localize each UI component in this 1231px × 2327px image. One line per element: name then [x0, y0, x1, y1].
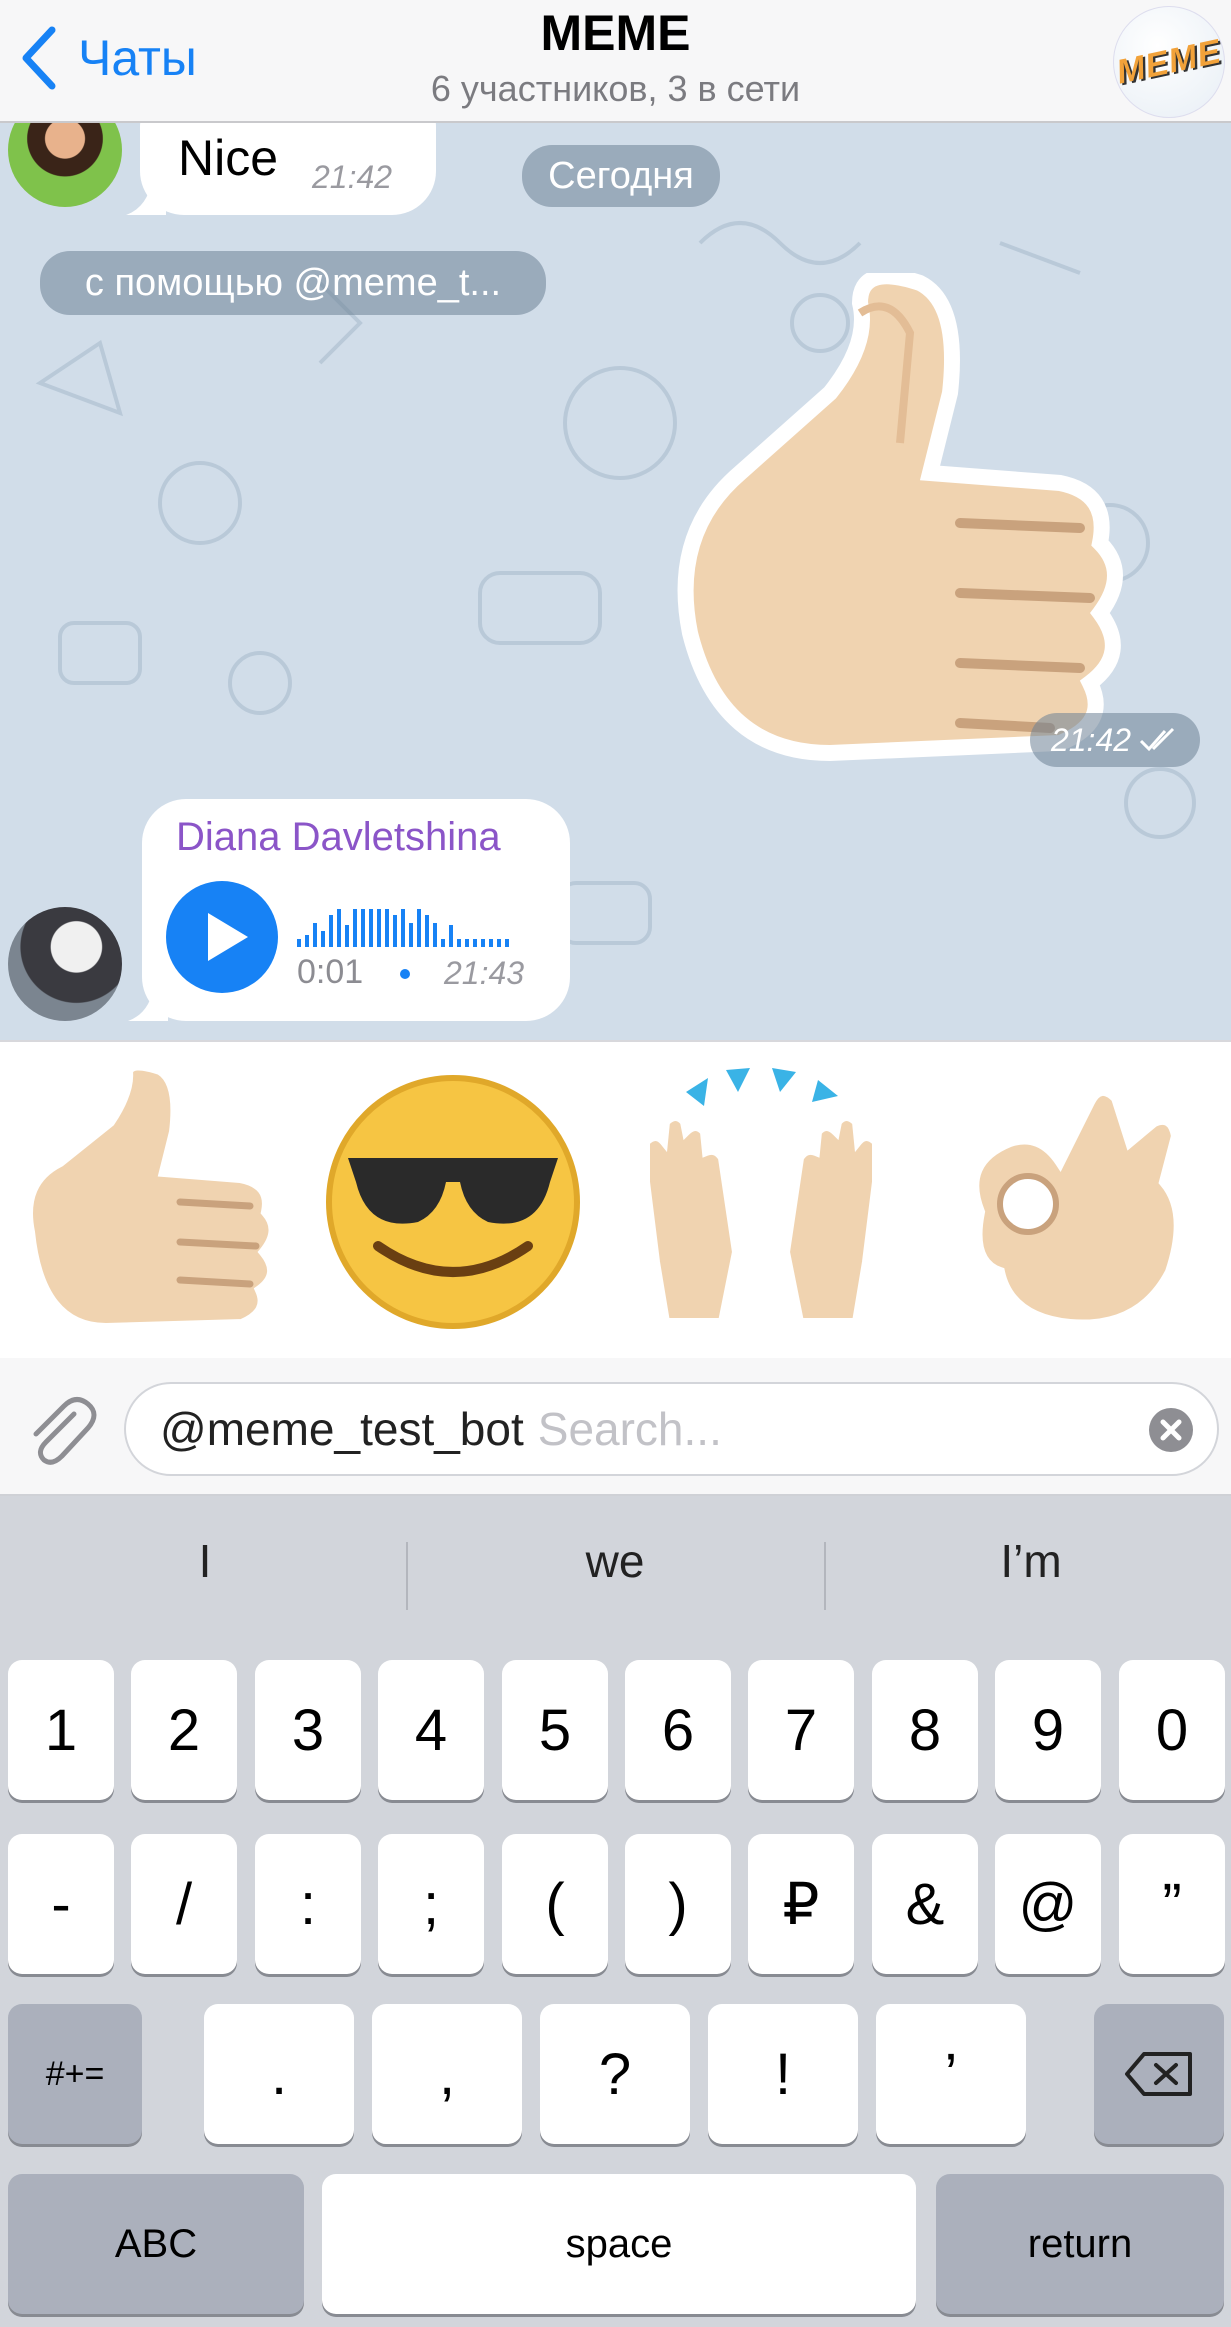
- input-value: @meme_test_bot: [160, 1403, 524, 1455]
- message-time: 21:43: [444, 955, 525, 991]
- group-avatar[interactable]: MEME: [1113, 6, 1225, 118]
- bubble-tail: [126, 179, 166, 215]
- play-icon: [208, 913, 248, 961]
- key-5[interactable]: 5: [502, 1660, 608, 1800]
- suggestion-separator: [406, 1542, 408, 1610]
- via-bot-badge[interactable]: с помощью @meme_t...: [40, 251, 546, 315]
- voice-duration: 0:01: [297, 953, 364, 991]
- raised-hands-sticker[interactable]: [626, 1062, 896, 1342]
- key-quote[interactable]: ”: [1119, 1834, 1225, 1974]
- key-1[interactable]: 1: [8, 1660, 114, 1800]
- keyboard: I we I’m 1 2 3 4 5 6 7 8 9 0 - / : ; ( )…: [0, 1496, 1231, 2327]
- key-dash[interactable]: -: [8, 1834, 114, 1974]
- thumbs-up-sticker[interactable]: [10, 1062, 280, 1342]
- key-semicolon[interactable]: ;: [378, 1834, 484, 1974]
- play-button[interactable]: [166, 881, 278, 993]
- close-icon: [1160, 1419, 1182, 1441]
- voice-waveform[interactable]: [297, 895, 537, 949]
- date-badge: Сегодня: [522, 145, 720, 207]
- key-ampersand[interactable]: &: [872, 1834, 978, 1974]
- delete-key[interactable]: [1094, 2004, 1224, 2144]
- suggestion-1[interactable]: I: [0, 1496, 410, 1626]
- key-colon[interactable]: :: [255, 1834, 361, 1974]
- key-exclamation[interactable]: !: [708, 2004, 858, 2144]
- chat-title[interactable]: MEME: [0, 4, 1231, 62]
- message-input-bar: @meme_test_bot Search...: [0, 1358, 1231, 1496]
- return-key[interactable]: return: [936, 2174, 1224, 2314]
- key-0[interactable]: 0: [1119, 1660, 1225, 1800]
- key-6[interactable]: 6: [625, 1660, 731, 1800]
- key-9[interactable]: 9: [995, 1660, 1101, 1800]
- key-comma[interactable]: ,: [372, 2004, 522, 2144]
- bubble-tail: [128, 985, 168, 1021]
- message-text: Nice: [178, 130, 279, 186]
- suggestion-3[interactable]: I’m: [826, 1496, 1231, 1626]
- search-input[interactable]: @meme_test_bot Search...: [124, 1382, 1219, 1476]
- key-ruble[interactable]: ₽: [748, 1834, 854, 1974]
- voice-sender-name[interactable]: Diana Davletshina: [176, 815, 501, 860]
- sticker-time-badge: 21:42: [1030, 713, 1200, 767]
- key-3[interactable]: 3: [255, 1660, 361, 1800]
- key-slash[interactable]: /: [131, 1834, 237, 1974]
- key-open-paren[interactable]: (: [502, 1834, 608, 1974]
- key-period[interactable]: .: [204, 2004, 354, 2144]
- ok-hand-sticker[interactable]: [940, 1062, 1210, 1342]
- message-bubble[interactable]: Nice 21:42: [126, 123, 436, 215]
- sticker-time: 21:42: [1050, 721, 1132, 758]
- voice-message-bubble[interactable]: Diana Davletshina 0:01 21:43: [128, 799, 570, 1021]
- suggestion-2[interactable]: we: [410, 1496, 820, 1626]
- key-at[interactable]: @: [995, 1834, 1101, 1974]
- key-question[interactable]: ?: [540, 2004, 690, 2144]
- navigation-header: Чаты MEME 6 участников, 3 в сети MEME: [0, 0, 1231, 123]
- backspace-icon: [1125, 2052, 1192, 2096]
- group-avatar-logo: MEME: [1113, 31, 1225, 92]
- key-4[interactable]: 4: [378, 1660, 484, 1800]
- paperclip-icon[interactable]: [20, 1388, 100, 1468]
- sunglasses-face-sticker[interactable]: [318, 1062, 588, 1342]
- input-placeholder: Search...: [537, 1403, 722, 1455]
- message-time: 21:42: [312, 159, 393, 195]
- double-check-icon: [1139, 727, 1175, 752]
- chat-subtitle[interactable]: 6 участников, 3 в сети: [0, 68, 1231, 110]
- unplayed-dot: [400, 969, 410, 979]
- key-apostrophe[interactable]: ’: [876, 2004, 1026, 2144]
- key-2[interactable]: 2: [131, 1660, 237, 1800]
- clear-button[interactable]: [1149, 1408, 1193, 1452]
- key-8[interactable]: 8: [872, 1660, 978, 1800]
- key-close-paren[interactable]: ): [625, 1834, 731, 1974]
- inline-results-strip[interactable]: [0, 1040, 1231, 1358]
- sender-avatar[interactable]: [8, 907, 122, 1021]
- abc-key[interactable]: ABC: [8, 2174, 304, 2314]
- space-key[interactable]: space: [322, 2174, 916, 2314]
- chat-history[interactable]: Nice 21:42 Сегодня с помощью @meme_t... …: [0, 123, 1231, 1040]
- key-7[interactable]: 7: [748, 1660, 854, 1800]
- symbols-key[interactable]: #+=: [8, 2004, 142, 2144]
